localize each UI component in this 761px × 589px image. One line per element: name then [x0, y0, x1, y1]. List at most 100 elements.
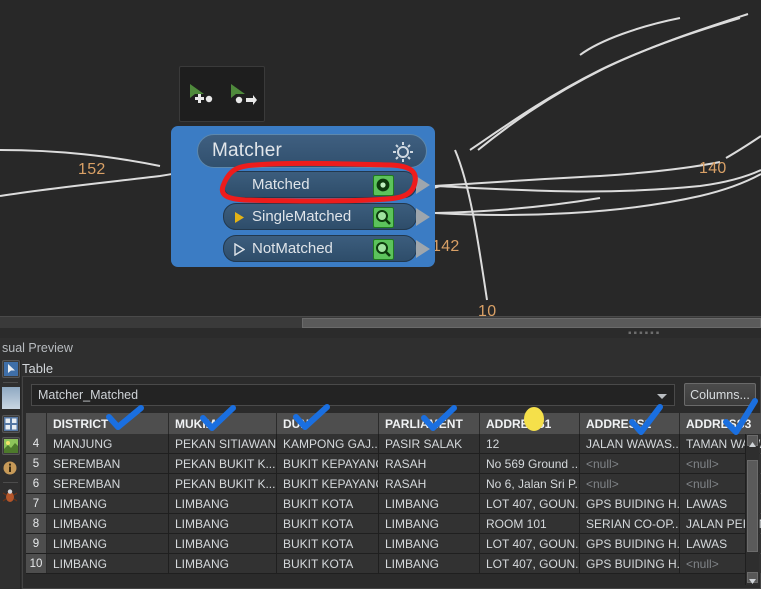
tab-table[interactable]: Table [22, 361, 53, 376]
grid-header-cell[interactable]: DISTRICT [47, 413, 169, 434]
node-floating-toolbar[interactable] [179, 66, 265, 122]
row-number[interactable]: 9 [26, 534, 47, 553]
grid-vertical-scrollbar[interactable] [745, 434, 759, 585]
port-row-singlematched[interactable]: SingleMatched [223, 203, 430, 230]
triangle-hollow-icon[interactable] [234, 243, 245, 256]
gradient-swatch-icon[interactable] [2, 387, 20, 409]
table-cell[interactable]: BUKIT KEPAYANG [277, 474, 379, 493]
table-cell[interactable]: LIMBANG [379, 494, 480, 513]
table-cell[interactable]: GPS BUIDING H... [580, 554, 680, 573]
table-cell[interactable]: PEKAN BUKIT K... [169, 474, 277, 493]
canvas-horizontal-scrollbar[interactable] [0, 316, 761, 328]
port-output-arrow[interactable] [416, 176, 430, 194]
grid-header-row[interactable]: DISTRICT MUKIM DUN PARLIAMENT ADDRESS1 ADDRES… [26, 413, 761, 434]
table-cell[interactable]: RASAH [379, 454, 480, 473]
table-cell[interactable]: LOT 407, GOUN... [480, 494, 580, 513]
panel-splitter-handle[interactable]: ▪▪▪▪▪▪ [628, 329, 668, 339]
table-row[interactable]: 5 SEREMBAN PEKAN BUKIT K... BUKIT KEPAYANG R… [26, 454, 761, 474]
table-cell[interactable]: PEKAN BUKIT K... [169, 454, 277, 473]
row-number[interactable]: 4 [26, 434, 47, 453]
port-output-arrow[interactable] [416, 208, 430, 226]
table-row[interactable]: 8 LIMBANG LIMBANG BUKIT KOTA LIMBANG ROOM 101… [26, 514, 761, 534]
scroll-down-button[interactable] [747, 572, 758, 584]
chevron-down-icon[interactable] [657, 394, 667, 399]
grid-body[interactable]: 4 MANJUNG PEKAN SITIAWAN KAMPONG GAJ... PASI… [26, 434, 761, 574]
table-cell[interactable]: PEKAN SITIAWAN [169, 434, 277, 453]
table-cell[interactable]: BUKIT KOTA [277, 514, 379, 533]
row-number[interactable]: 8 [26, 514, 47, 533]
grid-header-cell[interactable]: ADDRESS2 [580, 413, 680, 434]
table-cell[interactable]: GPS BUIDING H... [580, 534, 680, 553]
grid-header-cell[interactable]: ADDRESS3 [680, 413, 761, 434]
table-cell[interactable]: LIMBANG [47, 514, 169, 533]
table-cell[interactable]: LOT 407, GOUN... [480, 554, 580, 573]
table-row[interactable]: 6 SEREMBAN PEKAN BUKIT K... BUKIT KEPAYANG R… [26, 474, 761, 494]
triangle-filled-yellow-icon[interactable] [234, 211, 245, 224]
table-cell[interactable]: LIMBANG [169, 554, 277, 573]
lens-icon[interactable] [373, 207, 394, 228]
grid-header-cell[interactable]: DUN [277, 413, 379, 434]
table-cell[interactable]: LIMBANG [47, 534, 169, 553]
table-cell[interactable]: SEREMBAN [47, 454, 169, 473]
preview-tool-rail[interactable] [0, 360, 21, 589]
table-cell[interactable]: BUKIT KEPAYANG [277, 454, 379, 473]
grid-header-cell[interactable]: ADDRESS1 [480, 413, 580, 434]
table-cell[interactable]: LIMBANG [169, 494, 277, 513]
cursor-move-icon[interactable] [228, 81, 258, 107]
scroll-up-button[interactable] [747, 435, 758, 447]
table-row[interactable]: 7 LIMBANG LIMBANG BUKIT KOTA LIMBANG LOT 407,… [26, 494, 761, 514]
row-number[interactable]: 5 [26, 454, 47, 473]
selection-tool-icon[interactable] [2, 360, 20, 378]
grid-header-cell[interactable]: PARLIAMENT [379, 413, 480, 434]
grid-header-cell[interactable]: MUKIM [169, 413, 277, 434]
table-cell[interactable]: JALAN WAWAS... [580, 434, 680, 453]
table-cell[interactable]: ROOM 101 [480, 514, 580, 533]
bug-icon[interactable] [2, 488, 20, 506]
table-cell[interactable]: BUKIT KOTA [277, 494, 379, 513]
source-select[interactable]: Matcher_Matched [31, 384, 675, 406]
map-view-icon[interactable] [2, 437, 20, 455]
table-cell[interactable]: BUKIT KOTA [277, 554, 379, 573]
grid-view-icon[interactable] [2, 415, 20, 433]
table-cell[interactable]: <null> [580, 454, 680, 473]
table-cell[interactable]: <null> [580, 474, 680, 493]
table-cell[interactable]: LIMBANG [169, 514, 277, 533]
gear-icon[interactable] [388, 138, 418, 166]
scrollbar-thumb[interactable] [302, 318, 761, 328]
table-row[interactable]: 4 MANJUNG PEKAN SITIAWAN KAMPONG GAJ... PASI… [26, 434, 761, 454]
table-cell[interactable]: LIMBANG [169, 534, 277, 553]
table-cell[interactable]: SERIAN CO-OP... [580, 514, 680, 533]
columns-button[interactable]: Columns... [684, 383, 756, 406]
port-row-matched[interactable]: Matched [223, 171, 430, 198]
table-cell[interactable]: LIMBANG [379, 534, 480, 553]
port-row-notmatched[interactable]: NotMatched [223, 235, 430, 262]
table-row[interactable]: 9 LIMBANG LIMBANG BUKIT KOTA LIMBANG LOT 407,… [26, 534, 761, 554]
table-row[interactable]: 10 LIMBANG LIMBANG BUKIT KOTA LIMBANG LOT 407… [26, 554, 761, 574]
row-number[interactable]: 6 [26, 474, 47, 493]
lens-active-icon[interactable] [373, 175, 394, 196]
table-cell[interactable]: MANJUNG [47, 434, 169, 453]
table-cell[interactable]: LIMBANG [379, 514, 480, 533]
table-cell[interactable]: No 569 Ground ... [480, 454, 580, 473]
cursor-add-icon[interactable] [186, 81, 216, 107]
row-number[interactable]: 7 [26, 494, 47, 513]
table-cell[interactable]: SEREMBAN [47, 474, 169, 493]
lens-icon[interactable] [373, 239, 394, 260]
table-cell[interactable]: PASIR SALAK [379, 434, 480, 453]
table-cell[interactable]: LIMBANG [379, 554, 480, 573]
table-cell[interactable]: No 6, Jalan Sri P... [480, 474, 580, 493]
table-cell[interactable]: RASAH [379, 474, 480, 493]
matcher-node[interactable]: Matcher Matched SingleMatched NotMatched [171, 126, 435, 267]
port-output-arrow[interactable] [416, 240, 430, 258]
graph-canvas[interactable]: 152 140 142 10 Matcher Matched SingleMat… [0, 0, 761, 316]
info-icon[interactable] [2, 460, 20, 478]
scrollbar-thumb[interactable] [747, 460, 758, 552]
data-grid[interactable]: DISTRICT MUKIM DUN PARLIAMENT ADDRESS1 ADDRES… [26, 413, 761, 585]
table-cell[interactable]: 12 [480, 434, 580, 453]
table-cell[interactable]: LIMBANG [47, 554, 169, 573]
table-cell[interactable]: GPS BUIDING H... [580, 494, 680, 513]
table-cell[interactable]: KAMPONG GAJ... [277, 434, 379, 453]
table-cell[interactable]: LOT 407, GOUN... [480, 534, 580, 553]
table-cell[interactable]: BUKIT KOTA [277, 534, 379, 553]
row-number[interactable]: 10 [26, 554, 47, 573]
